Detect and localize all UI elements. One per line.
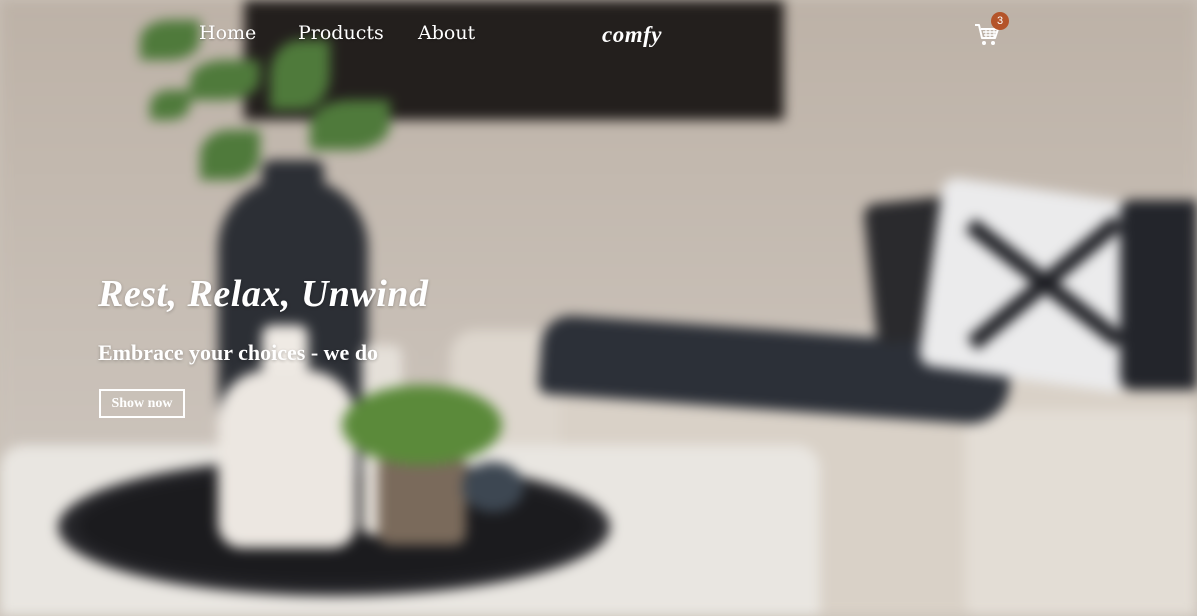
brand-logo[interactable]: comfy xyxy=(602,22,662,48)
top-navbar: Home Products About comfy 3 xyxy=(0,0,1197,70)
nav-link-products[interactable]: Products xyxy=(298,22,384,44)
cart-count-badge: 3 xyxy=(991,12,1009,30)
hero-title: Rest, Relax, Unwind xyxy=(98,273,429,315)
hero-subtitle: Embrace your choices - we do xyxy=(98,340,379,365)
nav-link-about[interactable]: About xyxy=(418,22,475,44)
show-now-button[interactable]: Show now xyxy=(99,389,185,418)
nav-link-home[interactable]: Home xyxy=(199,22,256,44)
cart-button[interactable]: 3 xyxy=(972,12,1009,54)
